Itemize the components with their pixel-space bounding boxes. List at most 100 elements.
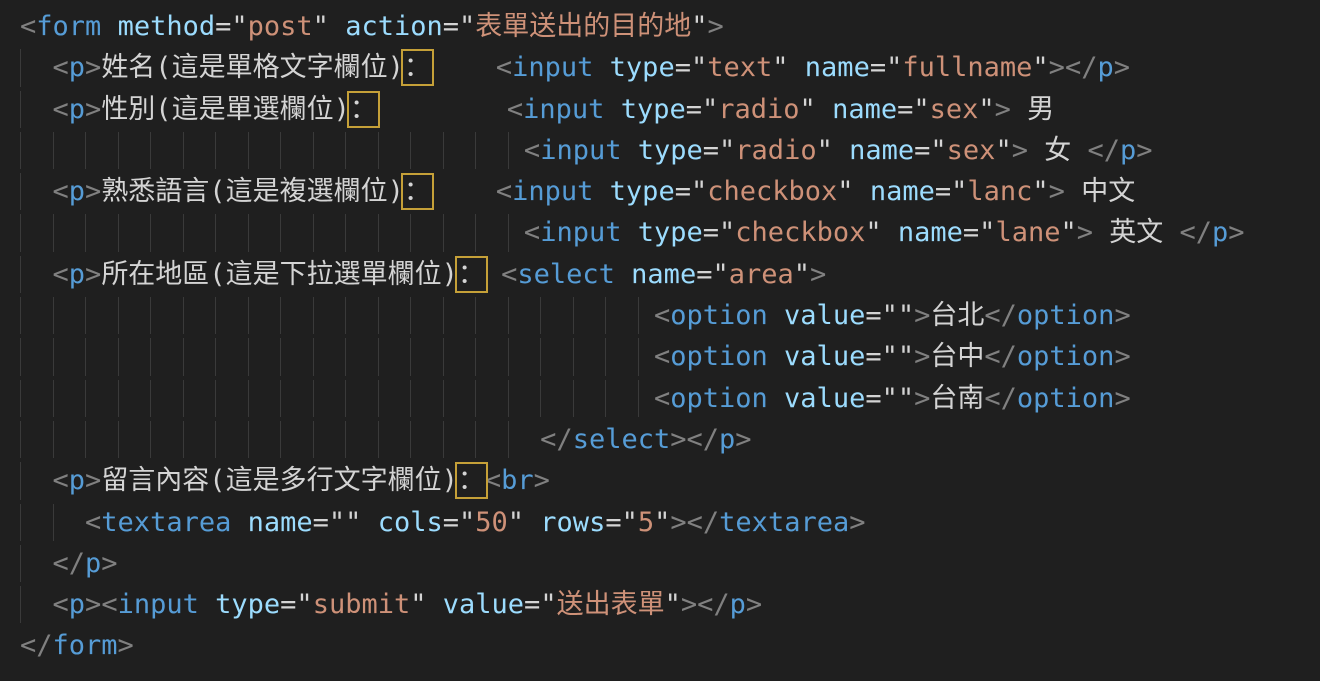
- code-line[interactable]: <input type="checkbox" name="lane"> 英文 <…: [0, 212, 1320, 253]
- indent-guide: [410, 338, 411, 375]
- token-tag-name: p: [69, 94, 85, 125]
- token-quote: =: [914, 135, 930, 166]
- indent-guide: [475, 132, 476, 169]
- indent-guide: [638, 297, 639, 334]
- code-line[interactable]: <p>性別(這是單選欄位)： <input type="radio" name=…: [0, 89, 1320, 130]
- indent-guide: [280, 132, 281, 169]
- token-tag-name: p: [85, 548, 101, 579]
- token-tag-name: option: [670, 383, 768, 414]
- indent-guide: [20, 132, 21, 169]
- token-quote: =: [696, 259, 712, 290]
- token-punctuation: >: [1012, 135, 1028, 166]
- code-line[interactable]: </form>: [0, 625, 1320, 666]
- indent-guide: [183, 297, 184, 334]
- code-line[interactable]: <form method="post" action="表單送出的目的地">: [0, 6, 1320, 47]
- editor-background: { "editor": { "background": "#1f1f1f", "…: [0, 0, 1320, 681]
- code-line[interactable]: <input type="radio" name="sex"> 女 </p>: [0, 130, 1320, 171]
- token-text: [593, 176, 609, 207]
- token-quote: =: [280, 589, 296, 620]
- token-text: [329, 11, 345, 42]
- token-punctuation: >: [1228, 217, 1244, 248]
- token-text: 留言內容(這是多行文字欄位): [101, 465, 458, 496]
- token-quote: =: [675, 52, 691, 83]
- code-line[interactable]: <textarea name="" cols="50" rows="5"></t…: [0, 502, 1320, 543]
- indent-guide: [410, 132, 411, 169]
- code-line[interactable]: <p>留言內容(這是多行文字欄位)：<br>: [0, 460, 1320, 501]
- token-punctuation: <: [654, 341, 670, 372]
- token-string-value: fullname: [902, 52, 1032, 83]
- token-tag-name: p: [730, 589, 746, 620]
- token-attribute-name: name: [631, 259, 696, 290]
- token-attribute-name: type: [215, 589, 280, 620]
- token-tag-name: option: [670, 300, 768, 331]
- token-string-value: 送出表單: [557, 589, 665, 620]
- token-punctuation: >: [914, 300, 930, 331]
- token-tag-name: textarea: [719, 507, 849, 538]
- token-quote: ": [702, 94, 718, 125]
- token-string-value: radio: [718, 94, 799, 125]
- token-punctuation: >: [1114, 300, 1130, 331]
- token-quote: =: [703, 135, 719, 166]
- indent-guide: [605, 338, 606, 375]
- token-punctuation: >: [85, 94, 101, 125]
- token-punctuation: >: [810, 259, 826, 290]
- token-punctuation: <: [654, 300, 670, 331]
- indent-guide: [345, 338, 346, 375]
- token-text: [882, 217, 898, 248]
- indent-whitespace: [20, 52, 53, 83]
- token-punctuation: </: [1065, 52, 1098, 83]
- code-line[interactable]: </p>: [0, 543, 1320, 584]
- token-punctuation: >: [914, 341, 930, 372]
- token-punctuation: >: [85, 176, 101, 207]
- code-editor[interactable]: <form method="post" action="表單送出的目的地"> <…: [0, 0, 1320, 667]
- code-line[interactable]: <p>熟悉語言(這是複選欄位)： <input type="checkbox" …: [0, 171, 1320, 212]
- indent-whitespace: [20, 135, 524, 166]
- token-text: 所在地區(這是下拉選單欄位): [101, 259, 458, 290]
- unicode-highlight-colon: ：: [458, 465, 485, 496]
- token-tag-name: br: [501, 465, 534, 496]
- indent-whitespace: [20, 341, 654, 372]
- indent-guide: [53, 504, 54, 541]
- code-line[interactable]: <p>姓名(這是單格文字欄位)： <input type="text" name…: [0, 47, 1320, 88]
- indent-guide: [443, 380, 444, 417]
- token-punctuation: </: [53, 548, 86, 579]
- token-punctuation: >: [914, 383, 930, 414]
- code-line[interactable]: </select></p>: [0, 419, 1320, 460]
- indent-guide: [638, 380, 639, 417]
- token-quote: ": [978, 94, 994, 125]
- token-quote: ": [719, 217, 735, 248]
- token-punctuation: <: [85, 507, 101, 538]
- token-text: 姓名(這是單格文字欄位): [101, 52, 404, 83]
- code-line[interactable]: <option value="">台北</option>: [0, 295, 1320, 336]
- token-tag-name: p: [1097, 52, 1113, 83]
- code-line[interactable]: <p>所在地區(這是下拉選單欄位)： <select name="area">: [0, 254, 1320, 295]
- indent-guide: [345, 421, 346, 458]
- token-string-value: sex: [947, 135, 996, 166]
- token-tag-name: input: [118, 589, 199, 620]
- indent-guide: [118, 132, 119, 169]
- token-attribute-name: name: [832, 94, 897, 125]
- token-text: [768, 341, 784, 372]
- indent-whitespace: [20, 548, 53, 579]
- indent-guide: [508, 338, 509, 375]
- token-punctuation: <: [654, 383, 670, 414]
- token-quote: =: [675, 176, 691, 207]
- code-line[interactable]: <option value="">台中</option>: [0, 336, 1320, 377]
- code-line[interactable]: <p><input type="submit" value="送出表單"></p…: [0, 584, 1320, 625]
- token-quote: ": [979, 217, 995, 248]
- token-quote: =: [686, 94, 702, 125]
- token-punctuation: >: [681, 589, 697, 620]
- token-quote: ": [622, 507, 638, 538]
- indent-guide: [20, 297, 21, 334]
- token-quote: =: [215, 11, 231, 42]
- indent-guide: [410, 380, 411, 417]
- code-line[interactable]: <option value="">台南</option>: [0, 378, 1320, 419]
- indent-guide: [20, 504, 21, 541]
- indent-guide: [313, 297, 314, 334]
- indent-guide: [248, 214, 249, 251]
- indent-guide: [378, 297, 379, 334]
- token-attribute-name: type: [621, 94, 686, 125]
- token-punctuation: >: [85, 259, 101, 290]
- token-quote: ": [691, 176, 707, 207]
- token-quote: ": [719, 135, 735, 166]
